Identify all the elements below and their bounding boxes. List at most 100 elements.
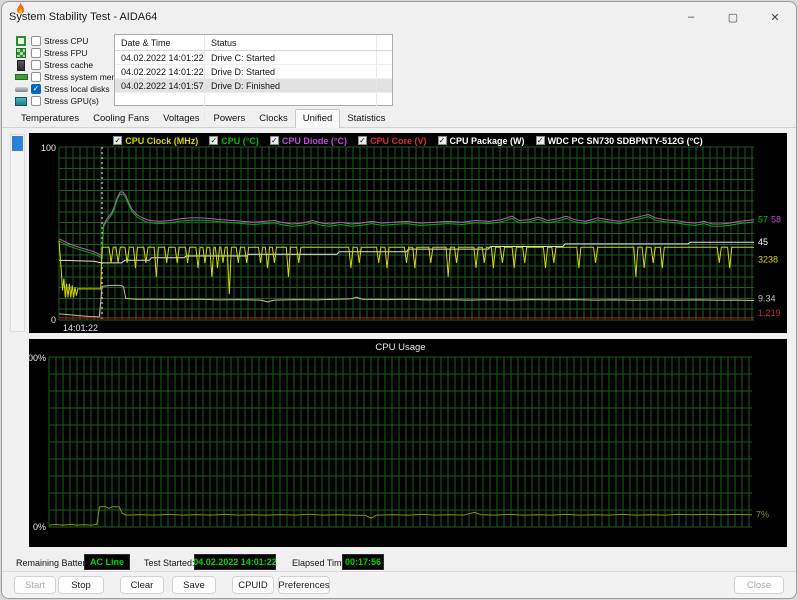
- legend-checkbox[interactable]: ✓: [437, 136, 447, 145]
- cell-status: Status: [205, 35, 377, 50]
- fpu-icon: [14, 48, 28, 59]
- legend-item-cpu-package-w[interactable]: ✓ CPU Package (W): [437, 135, 525, 146]
- disk-icon: [14, 84, 28, 95]
- stress-system-memory-checkbox[interactable]: [31, 72, 41, 82]
- stress-option-row: Stress CPU: [14, 35, 114, 47]
- close-button[interactable]: Close: [734, 576, 784, 594]
- stress-local-disks-checkbox[interactable]: ✓: [31, 84, 41, 94]
- stress-option-row: Stress GPU(s): [14, 95, 114, 107]
- legend-checkbox[interactable]: ✓: [269, 136, 279, 145]
- cell-status: Drive D: Finished: [205, 79, 377, 92]
- maximize-button-icon[interactable]: ▢: [712, 2, 754, 32]
- tab-cooling-fans[interactable]: Cooling Fans: [86, 109, 156, 128]
- stress-gpu-s-checkbox[interactable]: [31, 96, 41, 106]
- stress-option-label: Stress local disks: [44, 84, 110, 94]
- graph-vertical-scrollbar[interactable]: [10, 134, 25, 332]
- legend-label: CPU Package (W): [449, 135, 525, 146]
- unified-sensor-graph-plot: 100014:01:2258574532389.341.219: [41, 143, 781, 333]
- cpu-usage-graph: 100% 0% 7% CPU Usage: [29, 339, 787, 547]
- tab-statistics[interactable]: Statistics: [340, 109, 392, 128]
- tab-strip: Temperatures Cooling Fans Voltages Powers Cl…: [14, 109, 392, 128]
- graph-scrollbar-thumb[interactable]: [12, 136, 23, 151]
- cpu-icon: [14, 36, 28, 47]
- tab-temperatures[interactable]: Temperatures: [14, 109, 86, 128]
- minimize-button-icon[interactable]: –: [670, 2, 712, 32]
- tab-unified[interactable]: Unified: [294, 109, 341, 128]
- stress-cache-checkbox[interactable]: [31, 60, 41, 70]
- svg-text:3238: 3238: [758, 254, 778, 264]
- event-log-table: Date & Time Status 04.02.2022 14:01:22 Driv…: [114, 34, 393, 121]
- table-row[interactable]: 04.02.2022 14:01:22 Drive C: Started: [115, 51, 392, 65]
- cpu-usage-graph-plot: 100% 0% 7% CPU Usage: [29, 342, 769, 532]
- cpuid-button[interactable]: CPUID: [232, 576, 274, 594]
- cell-status: Drive C: Started: [205, 51, 377, 64]
- event-log-header: Date & Time Status: [115, 35, 392, 51]
- legend-item-cpu-clock-mhz[interactable]: ✓ CPU Clock (MHz): [113, 136, 198, 146]
- test-started-value-box: 04.02.2022 14:01:22: [193, 554, 277, 570]
- preferences-button[interactable]: Preferences: [278, 576, 330, 594]
- cell-status: [205, 93, 377, 106]
- legend-checkbox[interactable]: ✓: [358, 136, 368, 145]
- legend-checkbox[interactable]: ✓: [209, 136, 219, 145]
- save-button[interactable]: Save: [172, 576, 216, 594]
- elapsed-time-value-box: 00:17:56: [342, 554, 384, 570]
- tab-clocks[interactable]: Clocks: [252, 109, 295, 128]
- cell-date-time: Date & Time: [115, 35, 205, 50]
- svg-text:1.219: 1.219: [758, 308, 781, 318]
- tab-voltages[interactable]: Voltages: [156, 109, 206, 128]
- legend-checkbox[interactable]: ✓: [113, 136, 123, 145]
- cell-date-time: 04.02.2022 14:01:22: [115, 51, 205, 64]
- cell-date-time: [115, 93, 205, 106]
- legend-label: WDC PC SN730 SDBPNTY-512G (°C): [547, 135, 703, 146]
- titlebar: System Stability Test - AIDA64 – ▢ ✕: [2, 2, 796, 32]
- stress-option-label: Stress FPU: [44, 48, 88, 58]
- legend-label: CPU (°C): [221, 135, 259, 146]
- stress-option-label: Stress cache: [44, 60, 94, 70]
- unified-sensor-graph: 100 0 14:01:22 58 57 45 3238 9.34 1.219 ✓ CPU Clo…: [29, 133, 787, 333]
- svg-text:57: 57: [758, 215, 768, 225]
- graph-legend: ✓ CPU Clock (MHz) ✓ CPU (°C) ✓ CPU Diode (°C)…: [29, 134, 787, 147]
- legend-item-cpu-core-v[interactable]: ✓ CPU Core (V): [358, 136, 427, 146]
- elapsed-time-label: Elapsed Time:: [292, 558, 350, 568]
- close-button-icon[interactable]: ✕: [754, 2, 796, 32]
- legend-checkbox[interactable]: ✓: [535, 136, 545, 145]
- memory-icon: [14, 72, 28, 83]
- legend-item-cpu-diode-c[interactable]: ✓ CPU Diode (°C): [269, 136, 347, 146]
- stress-option-row: ✓ Stress local disks: [14, 83, 114, 95]
- svg-text:9.34: 9.34: [758, 293, 776, 303]
- svg-text:7%: 7%: [756, 509, 769, 519]
- svg-text:CPU Usage: CPU Usage: [375, 342, 425, 353]
- svg-text:58: 58: [771, 215, 781, 225]
- stress-option-row: Stress cache: [14, 59, 114, 71]
- start-button[interactable]: Start: [14, 576, 56, 594]
- svg-text:0: 0: [51, 315, 56, 325]
- svg-text:14:01:22: 14:01:22: [63, 323, 98, 333]
- stress-option-row: Stress system memory: [14, 71, 130, 83]
- clear-button[interactable]: Clear: [120, 576, 164, 594]
- battery-value-box: AC Line: [84, 554, 130, 570]
- cell-status: Drive D: Started: [205, 65, 377, 78]
- legend-item-wdc-pc-sn730-sdbpnty-512g-c[interactable]: ✓ WDC PC SN730 SDBPNTY-512G (°C): [535, 135, 703, 146]
- svg-text:45: 45: [758, 237, 768, 247]
- svg-text:0%: 0%: [33, 522, 46, 532]
- table-row-empty: [115, 93, 392, 107]
- legend-item-cpu-c[interactable]: ✓ CPU (°C): [209, 136, 259, 146]
- stress-fpu-checkbox[interactable]: [31, 48, 41, 58]
- table-row[interactable]: 04.02.2022 14:01:22 Drive D: Started: [115, 65, 392, 79]
- cell-date-time: 04.02.2022 14:01:57: [115, 79, 205, 92]
- cell-date-time: 04.02.2022 14:01:22: [115, 65, 205, 78]
- button-bar: Start Stop Clear Save CPUID Preferences …: [2, 571, 796, 598]
- svg-text:100%: 100%: [29, 353, 46, 363]
- legend-label: CPU Core (V): [370, 135, 427, 146]
- test-started-label: Test Started:: [144, 558, 195, 568]
- app-window: System Stability Test - AIDA64 – ▢ ✕ Str…: [1, 1, 797, 599]
- window-title: System Stability Test - AIDA64: [9, 11, 158, 23]
- table-row[interactable]: 04.02.2022 14:01:57 Drive D: Finished: [115, 79, 392, 93]
- tab-powers[interactable]: Powers: [207, 109, 253, 128]
- stop-button[interactable]: Stop: [58, 576, 104, 594]
- stress-options-panel: Stress CPU Stress FPU Stress cache Stress s…: [14, 35, 130, 107]
- stress-option-row: Stress FPU: [14, 47, 114, 59]
- legend-label: CPU Clock (MHz): [125, 135, 199, 146]
- stress-option-label: Stress CPU: [44, 36, 89, 46]
- stress-cpu-checkbox[interactable]: [31, 36, 41, 46]
